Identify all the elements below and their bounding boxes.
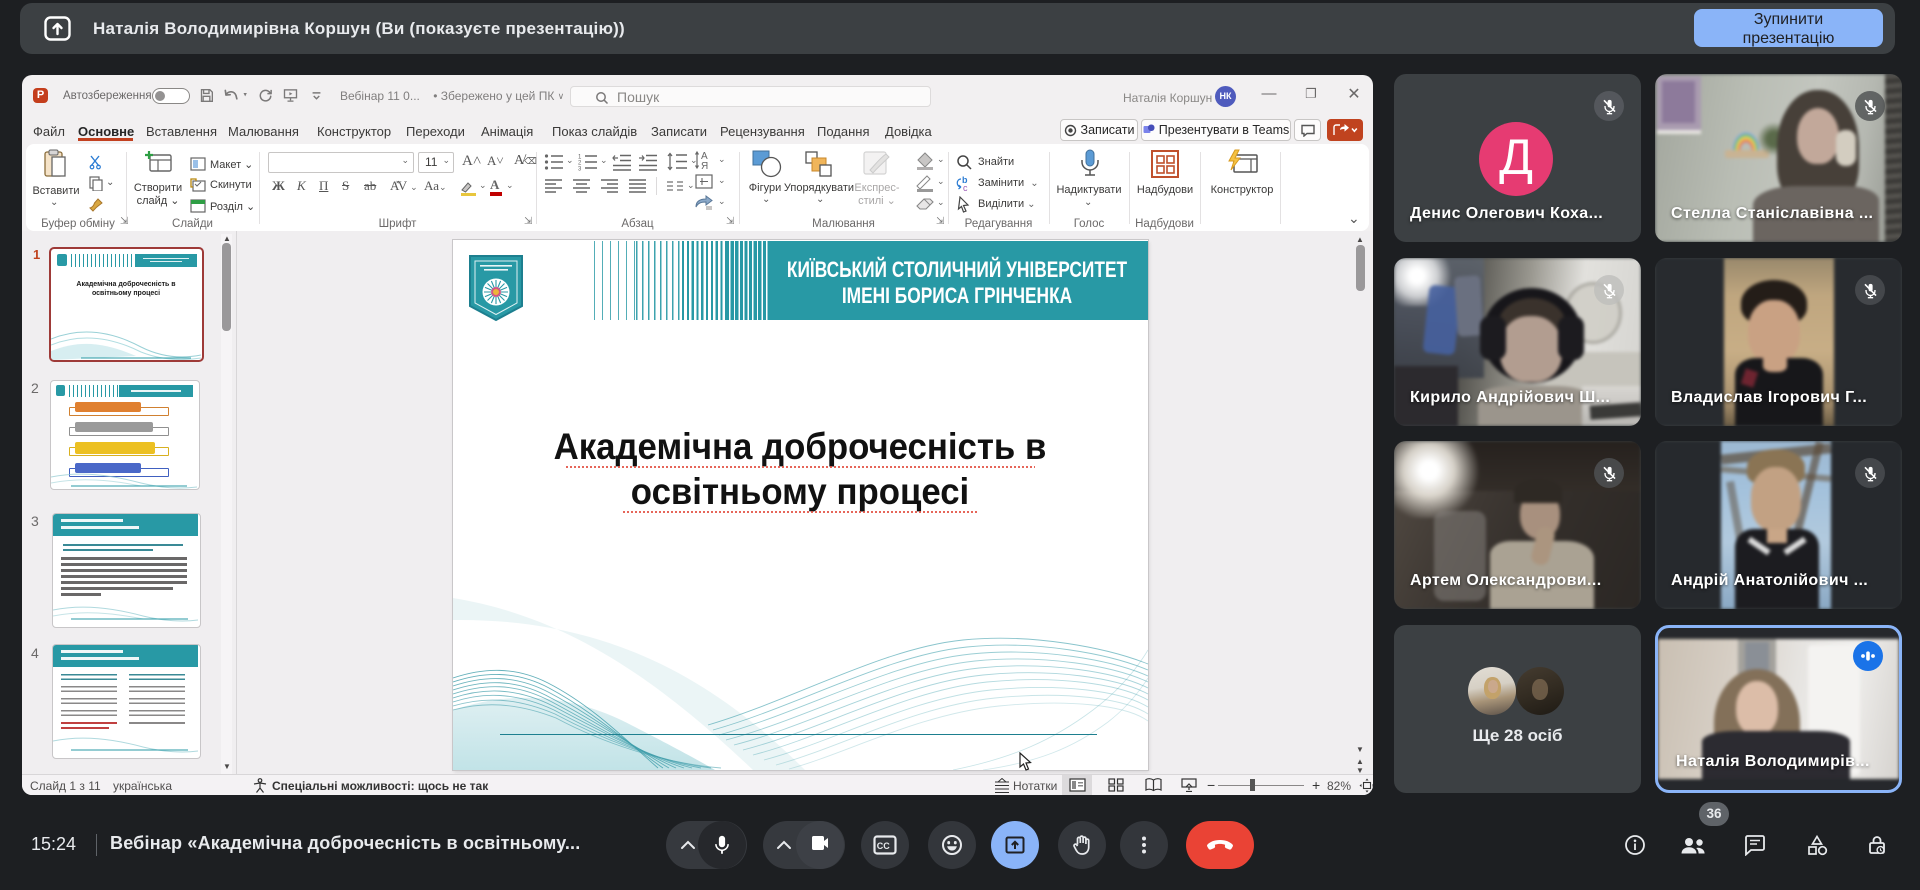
svg-text:c: c — [963, 183, 968, 192]
svg-text:CC: CC — [877, 841, 890, 851]
svg-text:3: 3 — [578, 167, 582, 172]
svg-text:Я: Я — [701, 161, 708, 170]
